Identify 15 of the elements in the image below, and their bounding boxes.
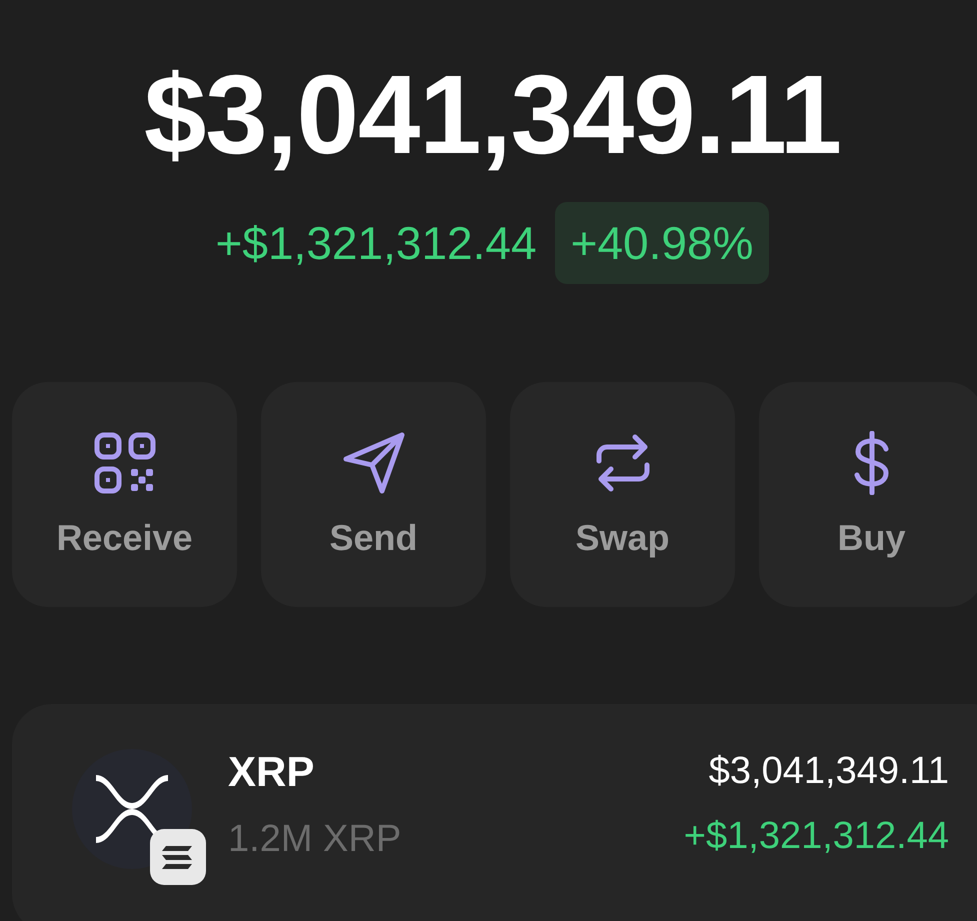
paper-plane-icon [342,430,406,494]
buy-button[interactable]: Buy [759,382,977,607]
asset-change: +$1,321,312.44 [684,815,949,858]
receive-button[interactable]: Receive [12,382,237,607]
asset-value: $3,041,349.11 [708,750,949,793]
swap-button[interactable]: Swap [510,382,735,607]
asset-quantity: 1.2M XRP [228,818,402,860]
total-balance: $3,041,349.11 [144,51,842,179]
percent-change-badge: +40.98% [554,202,770,284]
qr-code-icon [92,430,156,494]
balance-change: +$1,321,312.44 [216,216,537,270]
asset-name: XRP [228,748,316,796]
asset-row[interactable]: XRP 1.2M XRP $3,041,349.11 +$1,321,312.44 [12,704,977,921]
send-button[interactable]: Send [261,382,486,607]
network-badge-icon [150,829,206,885]
